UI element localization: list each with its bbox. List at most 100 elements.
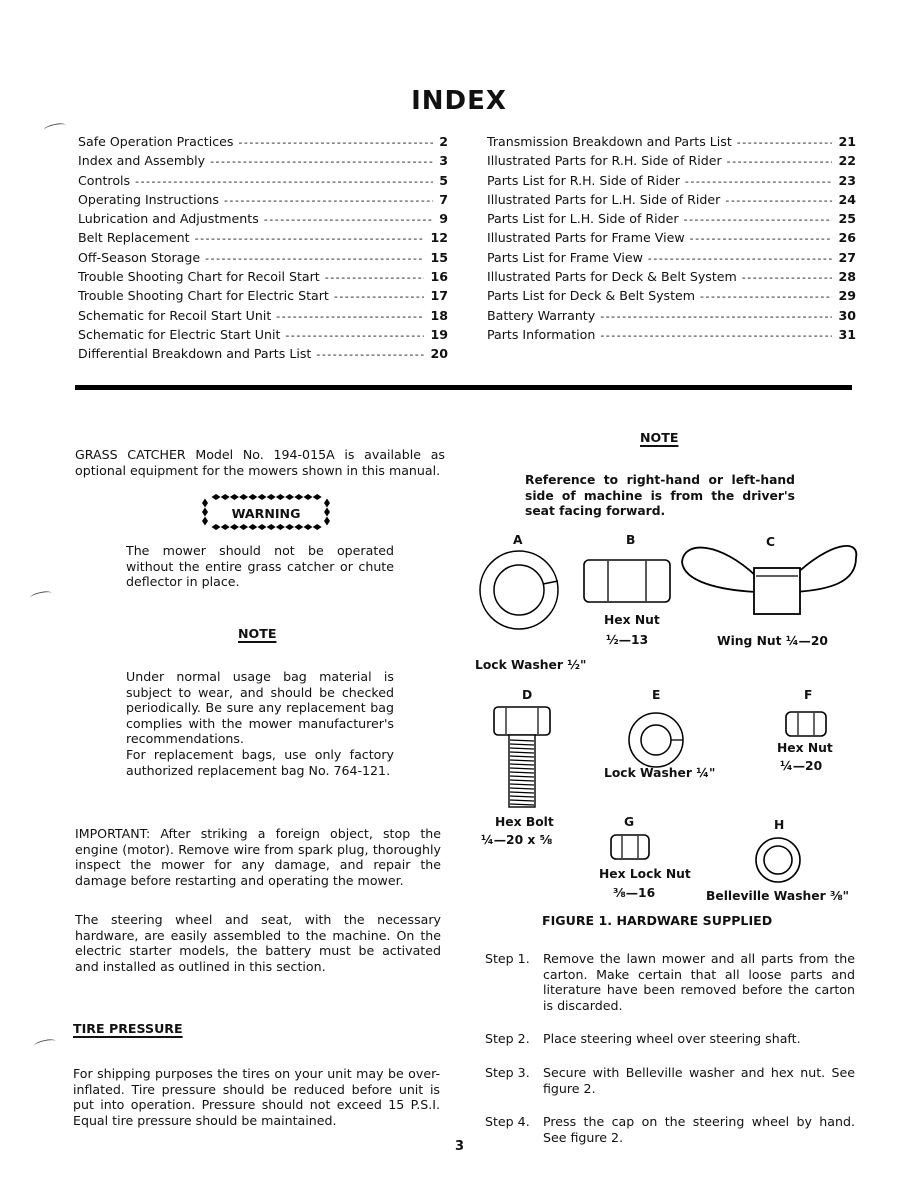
toc-entry-label: Belt Replacement xyxy=(78,230,190,246)
toc-entry: Illustrated Parts for Frame View 26 xyxy=(487,229,856,248)
toc-leader-dashes xyxy=(334,288,425,306)
part-c-name: Wing Nut ¼—20 xyxy=(717,634,828,648)
toc-entry-label: Transmission Breakdown and Parts List xyxy=(487,134,732,149)
part-g-size: ⅜—16 xyxy=(613,886,656,900)
toc-entry: Index and Assembly 3 xyxy=(78,152,448,171)
toc-entry-label: Controls xyxy=(78,172,131,188)
toc-entry: Belt Replacement 12 xyxy=(78,229,448,248)
step-item: Step 1. Remove the lawn mower and all pa… xyxy=(485,951,855,1013)
toc-entry: Illustrated Parts for Deck & Belt System… xyxy=(487,268,856,287)
toc-entry-label: Differential Breakdown and Parts List xyxy=(78,346,312,362)
toc-leader-dashes xyxy=(224,192,433,210)
toc-entry-label: Lubrication and Adjustments xyxy=(78,211,259,227)
step-label: Step 2. xyxy=(485,1031,530,1047)
belleville-washer-icon xyxy=(755,837,801,883)
toc-entry-page: 25 xyxy=(838,211,856,227)
toc-entry: Transmission Breakdown and Parts List 21 xyxy=(487,133,856,152)
toc-leader-dashes xyxy=(325,269,425,287)
toc-entry-label: Illustrated Parts for R.H. Side of Rider xyxy=(487,153,722,169)
toc-entry: Controls 5 xyxy=(78,172,448,191)
step-item: Step 4. Press the cap on the steering wh… xyxy=(485,1114,855,1145)
toc-entry-label: Operating Instructions xyxy=(78,191,219,207)
part-e-name: Lock Washer ¼" xyxy=(604,766,716,780)
toc-entry-page: 12 xyxy=(430,230,448,246)
warning-box: WARNING xyxy=(202,494,330,530)
toc-entry-label: Schematic for Recoil Start Unit xyxy=(78,307,272,323)
toc-entry: Parts List for Frame View 27 xyxy=(487,249,856,268)
part-h-name: Belleville Washer ⅜" xyxy=(706,889,850,903)
toc-entry-page: 18 xyxy=(430,307,448,323)
toc-leader-dashes xyxy=(210,153,433,171)
toc-entry: Parts Information 31 xyxy=(487,326,856,345)
toc-entry: Parts List for Deck & Belt System 29 xyxy=(487,287,856,306)
toc-leader-dashes xyxy=(316,346,424,364)
toc-entry-page: 22 xyxy=(838,153,856,169)
toc-entry-label: Parts List for Frame View xyxy=(487,249,643,265)
part-a-name: Lock Washer ½" xyxy=(475,658,587,672)
part-g-letter: G xyxy=(624,815,635,829)
toc-entry-page: 19 xyxy=(430,326,448,342)
toc-entry-page: 28 xyxy=(838,269,856,285)
part-d-name: Hex Bolt xyxy=(495,815,554,829)
part-d-size: ¼—20 x ⅝ xyxy=(481,833,553,847)
assembly-steps: Step 1. Remove the lawn mower and all pa… xyxy=(485,951,855,1145)
toc-entry-page: 21 xyxy=(838,134,856,149)
toc-entry: Differential Breakdown and Parts List 20 xyxy=(78,345,448,364)
note-text: Under normal usage bag material is subje… xyxy=(126,669,394,778)
margin-mark xyxy=(33,1037,57,1050)
wing-nut-icon xyxy=(681,545,858,615)
part-b-name: Hex Nut xyxy=(604,613,660,627)
hex-lock-nut-icon xyxy=(610,834,650,860)
toc-entry: Parts List for L.H. Side of Rider 25 xyxy=(487,210,856,229)
warning-text: The mower should not be operated without… xyxy=(126,543,394,590)
toc-right-column: Transmission Breakdown and Parts List 21 I… xyxy=(487,133,856,345)
step-text: Remove the lawn mower and all parts from… xyxy=(543,951,855,1013)
figure-caption: FIGURE 1. HARDWARE SUPPLIED xyxy=(542,913,773,928)
step-text: Press the cap on the steering wheel by h… xyxy=(543,1114,855,1145)
toc-entry-page: 17 xyxy=(430,288,448,304)
step-item: Step 3. Secure with Belleville washer an… xyxy=(485,1065,855,1096)
important-paragraph: IMPORTANT: After striking a foreign obje… xyxy=(75,826,441,888)
toc-entry-page: 3 xyxy=(439,153,448,169)
toc-entry-label: Parts List for Deck & Belt System xyxy=(487,288,696,304)
part-f-letter: F xyxy=(804,688,813,702)
toc-entry-page: 20 xyxy=(430,346,448,362)
toc-entry-page: 23 xyxy=(838,172,856,188)
toc-leader-dashes xyxy=(238,134,433,152)
step-label: Step 1. xyxy=(485,951,530,966)
note-paragraph-replacement: For replacement bags, use only factory a… xyxy=(126,746,394,778)
part-f-size: ¼—20 xyxy=(780,759,823,773)
toc-entry-page: 16 xyxy=(430,269,448,285)
toc-entry-label: Index and Assembly xyxy=(78,153,206,169)
hex-nut-large-icon xyxy=(583,559,671,603)
toc-entry-page: 24 xyxy=(838,191,856,207)
hex-nut-small-icon xyxy=(785,711,827,737)
toc-leader-dashes xyxy=(725,192,832,210)
part-e-letter: E xyxy=(652,688,661,702)
toc-entry-label: Trouble Shooting Chart for Recoil Start xyxy=(78,269,320,285)
note-paragraph-wear: Under normal usage bag material is subje… xyxy=(126,669,394,747)
tire-pressure-text: For shipping purposes the tires on your … xyxy=(73,1066,440,1128)
toc-leader-dashes xyxy=(276,308,424,326)
note-heading: NOTE xyxy=(238,626,277,641)
toc-entry-page: 2 xyxy=(439,134,448,149)
toc-leader-dashes xyxy=(264,211,433,229)
toc-leader-dashes xyxy=(727,153,833,171)
toc-entry: Trouble Shooting Chart for Electric Star… xyxy=(78,287,448,306)
toc-entry-page: 29 xyxy=(838,288,856,304)
toc-leader-dashes xyxy=(742,269,833,287)
toc-entry: Illustrated Parts for L.H. Side of Rider… xyxy=(487,191,856,210)
step-label: Step 3. xyxy=(485,1064,530,1080)
toc-entry-page: 30 xyxy=(838,307,856,323)
toc-leader-dashes xyxy=(700,288,832,306)
toc-leader-dashes xyxy=(648,250,833,268)
toc-leader-dashes xyxy=(685,173,833,191)
part-a-letter: A xyxy=(513,533,523,547)
toc-entry-page: 15 xyxy=(430,249,448,265)
toc-entry-label: Safe Operation Practices xyxy=(78,134,234,149)
lock-washer-large-icon xyxy=(479,550,559,630)
toc-entry-label: Illustrated Parts for Deck & Belt System xyxy=(487,269,737,285)
section-divider xyxy=(75,385,852,390)
page-title: INDEX xyxy=(411,86,507,116)
right-note-text: Reference to right-hand or left-hand sid… xyxy=(525,473,795,519)
